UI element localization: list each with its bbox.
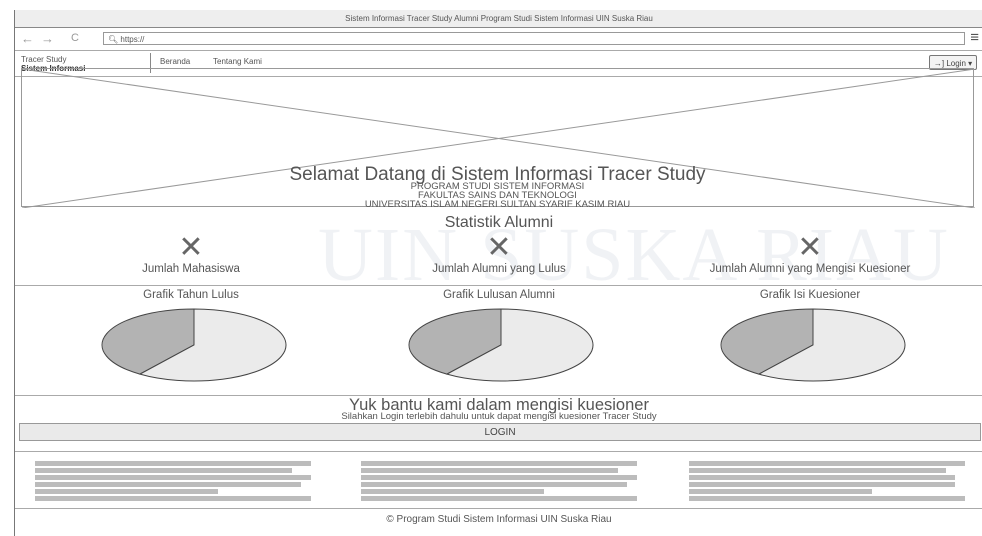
back-icon[interactable]: ← xyxy=(21,32,34,45)
stat-alumni-lulus: ✕ Jumlah Alumni yang Lulus xyxy=(349,231,649,276)
hamburger-menu-icon[interactable]: ≡ xyxy=(970,30,979,45)
text-placeholder-line xyxy=(361,482,627,487)
url-bar[interactable]: 🔍︎ https:// xyxy=(103,32,965,45)
text-placeholder-line xyxy=(35,475,311,480)
brand-line1: Tracer Study xyxy=(21,55,67,64)
footer-divider xyxy=(15,451,982,452)
hero-banner: Selamat Datang di Sistem Informasi Trace… xyxy=(21,68,975,210)
text-placeholder-line xyxy=(361,475,637,480)
text-placeholder-line xyxy=(689,461,965,466)
url-text: https:// xyxy=(120,35,145,44)
login-icon: →] xyxy=(933,59,945,68)
footer-divider xyxy=(15,508,982,509)
footer-copyright: © Program Studi Sistem Informasi UIN Sus… xyxy=(386,514,612,525)
browser-toolbar: ← → C 🔍︎ https:// ≡ xyxy=(15,28,982,51)
text-placeholder-line xyxy=(689,489,872,494)
text-placeholder-line xyxy=(361,489,544,494)
text-placeholder-line xyxy=(35,468,292,473)
text-placeholder-line xyxy=(361,468,618,473)
window-title: Sistem Informasi Tracer Study Alumni Pro… xyxy=(15,10,982,28)
stat-mahasiswa: ✕ Jumlah Mahasiswa xyxy=(41,231,341,276)
text-placeholder-line xyxy=(35,496,311,501)
stat-label: Jumlah Alumni yang Lulus xyxy=(432,263,566,275)
text-placeholder-line xyxy=(35,489,218,494)
text-placeholder-line xyxy=(689,468,946,473)
search-icon: 🔍︎ xyxy=(108,35,119,44)
pie-chart-isi-kuesioner xyxy=(720,308,906,382)
text-placeholder-line xyxy=(35,482,301,487)
hero-line3: UNIVERSITAS ISLAM NEGERI SULTAN SYARIF K… xyxy=(364,199,631,210)
cta-login-button[interactable]: LOGIN xyxy=(19,423,981,441)
placeholder-x-icon: ✕ xyxy=(486,231,512,264)
stat-label: Jumlah Alumni yang Mengisi Kuesioner xyxy=(709,263,911,275)
chart-title-tahun-lulus: Grafik Tahun Lulus xyxy=(143,289,239,301)
text-placeholder-line xyxy=(689,475,955,480)
nav-tentang-kami[interactable]: Tentang Kami xyxy=(213,57,262,66)
pie-chart-tahun-lulus xyxy=(101,308,287,382)
pie-chart-lulusan-alumni xyxy=(408,308,594,382)
section-divider xyxy=(15,285,982,286)
stat-alumni-kuesioner: ✕ Jumlah Alumni yang Mengisi Kuesioner xyxy=(660,231,960,276)
text-placeholder-line xyxy=(689,496,965,501)
placeholder-x-icon: ✕ xyxy=(178,231,204,264)
cta-subtitle: Silahkan Login terlebih dahulu untuk dap… xyxy=(341,411,657,422)
forward-icon[interactable]: → xyxy=(41,32,54,45)
stats-title: Statistik Alumni xyxy=(444,214,554,231)
text-placeholder-line xyxy=(689,482,955,487)
reload-icon[interactable]: C xyxy=(71,32,79,45)
chart-title-lulusan-alumni: Grafik Lulusan Alumni xyxy=(443,289,555,301)
text-placeholder-line xyxy=(361,496,637,501)
text-placeholder-line xyxy=(35,461,311,466)
placeholder-x-icon: ✕ xyxy=(797,231,823,264)
stat-label: Jumlah Mahasiswa xyxy=(142,263,240,275)
nav-beranda[interactable]: Beranda xyxy=(160,57,190,66)
chart-title-isi-kuesioner: Grafik Isi Kuesioner xyxy=(759,289,861,301)
text-placeholder-line xyxy=(361,461,637,466)
browser-window: Sistem Informasi Tracer Study Alumni Pro… xyxy=(14,10,982,536)
login-label: Login ▾ xyxy=(946,59,973,68)
